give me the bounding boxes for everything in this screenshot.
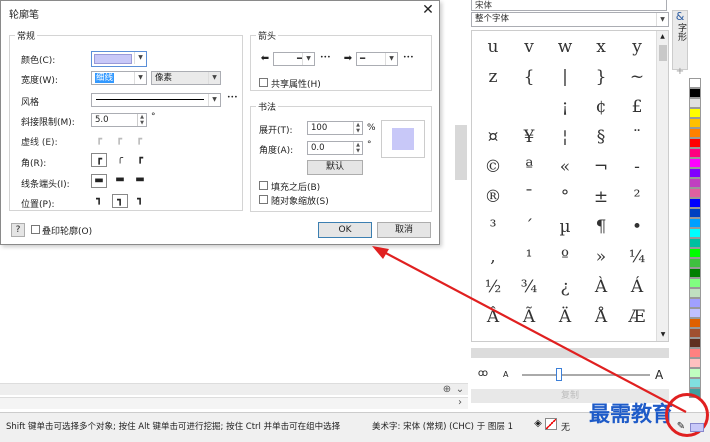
app-window: ⊕ ⌄ › 轮廓笔 ✕ 常规 颜色(C): ▼ 宽度(W): 细线 ▼ 像素 ▼…: [0, 0, 710, 442]
annotation-arrow: [372, 246, 687, 413]
